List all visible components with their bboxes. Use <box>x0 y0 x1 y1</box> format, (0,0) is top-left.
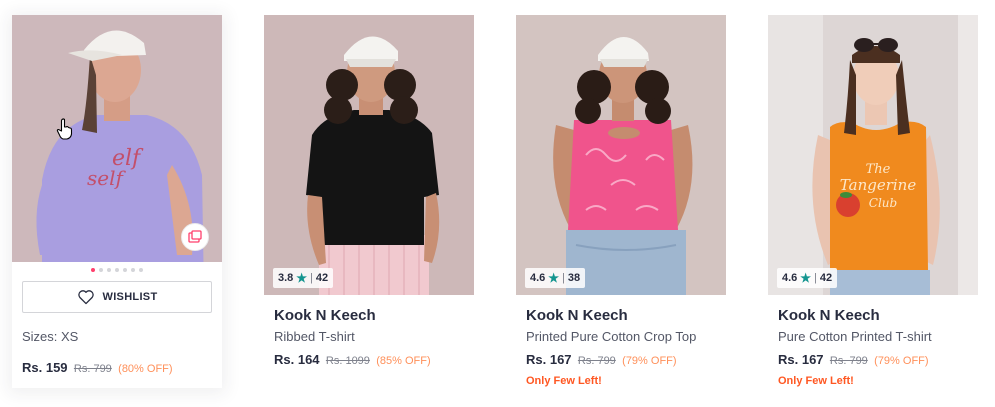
rating-badge: 4.6 ★ | 42 <box>777 268 838 288</box>
mrp: Rs. 1099 <box>325 355 370 367</box>
star-icon: ★ <box>296 271 308 285</box>
svg-text:Tangerine: Tangerine <box>840 176 917 194</box>
product-name: Ribbed T-shirt <box>274 329 355 344</box>
svg-text:The: The <box>866 162 891 177</box>
product-image[interactable]: 3.8 ★ | 42 <box>264 15 474 295</box>
product-card[interactable]: The Tangerine Club 4.6 ★ | 42 Kook N Kee… <box>768 15 978 387</box>
mrp: Rs. 799 <box>829 355 868 367</box>
price: Rs. 167 <box>778 352 824 367</box>
carousel-dot[interactable] <box>107 268 111 272</box>
rating-badge: 3.8 ★ | 42 <box>273 268 334 288</box>
svg-text:self: self <box>87 166 126 190</box>
product-image[interactable]: The Tangerine Club 4.6 ★ | 42 <box>768 15 978 295</box>
wishlist-label: WISHLIST <box>102 291 158 303</box>
product-card[interactable]: elf self WISHLIST Sizes: XS Rs. 159 Rs. … <box>12 15 222 388</box>
product-card[interactable]: 3.8 ★ | 42 Kook N Keech Ribbed T-shirt R… <box>264 15 474 369</box>
carousel-dot[interactable] <box>115 268 119 272</box>
product-photo <box>516 15 726 295</box>
star-icon: ★ <box>548 271 560 285</box>
stock-warning: Only Few Left! <box>778 375 854 387</box>
mrp: Rs. 799 <box>577 355 616 367</box>
discount: (79% OFF) <box>622 355 677 367</box>
svg-text:Club: Club <box>869 196 897 210</box>
product-image[interactable]: elf self <box>12 15 222 262</box>
heart-icon <box>77 290 94 305</box>
carousel-dot[interactable] <box>91 268 95 272</box>
product-name: Printed Pure Cotton Crop Top <box>526 329 697 344</box>
rating-count: 42 <box>819 272 833 284</box>
price: Rs. 167 <box>526 352 572 367</box>
discount: (80% OFF) <box>118 363 173 375</box>
price-row: Rs. 167 Rs. 799 (79% OFF) <box>526 352 716 369</box>
image-carousel-dots <box>12 268 222 272</box>
hand-pointer-icon <box>56 118 73 140</box>
carousel-dot[interactable] <box>139 268 143 272</box>
price-row: Rs. 164 Rs. 1099 (85% OFF) <box>274 352 464 369</box>
rating-count: 38 <box>567 272 581 284</box>
carousel-dot[interactable] <box>131 268 135 272</box>
similar-products-icon <box>188 230 202 243</box>
brand-name: Kook N Keech <box>778 307 880 324</box>
rating-separator: | <box>562 272 565 284</box>
discount: (79% OFF) <box>874 355 929 367</box>
carousel-dot[interactable] <box>99 268 103 272</box>
product-photo <box>264 15 474 295</box>
discount: (85% OFF) <box>376 355 431 367</box>
rating-separator: | <box>814 272 817 284</box>
rating-badge: 4.6 ★ | 38 <box>525 268 586 288</box>
product-name: Pure Cotton Printed T-shirt <box>778 329 932 344</box>
price-row: Rs. 167 Rs. 799 (79% OFF) <box>778 352 968 369</box>
product-card[interactable]: 4.6 ★ | 38 Kook N Keech Printed Pure Cot… <box>516 15 726 387</box>
rating-separator: | <box>310 272 313 284</box>
mrp: Rs. 799 <box>73 363 112 375</box>
sizes-text: Sizes: XS <box>22 329 79 344</box>
rating-value: 4.6 <box>530 272 546 284</box>
price: Rs. 159 <box>22 360 68 375</box>
product-image[interactable]: 4.6 ★ | 38 <box>516 15 726 295</box>
rating-value: 4.6 <box>782 272 798 284</box>
similar-products-button[interactable] <box>181 223 209 251</box>
price: Rs. 164 <box>274 352 320 367</box>
brand-name: Kook N Keech <box>274 307 376 324</box>
price-row: Rs. 159 Rs. 799 (80% OFF) <box>22 360 173 377</box>
rating-count: 42 <box>315 272 329 284</box>
carousel-dot[interactable] <box>123 268 127 272</box>
star-icon: ★ <box>800 271 812 285</box>
brand-name: Kook N Keech <box>526 307 628 324</box>
wishlist-button[interactable]: WISHLIST <box>22 281 212 313</box>
product-photo: The Tangerine Club <box>768 15 978 295</box>
rating-value: 3.8 <box>278 272 294 284</box>
stock-warning: Only Few Left! <box>526 375 602 387</box>
